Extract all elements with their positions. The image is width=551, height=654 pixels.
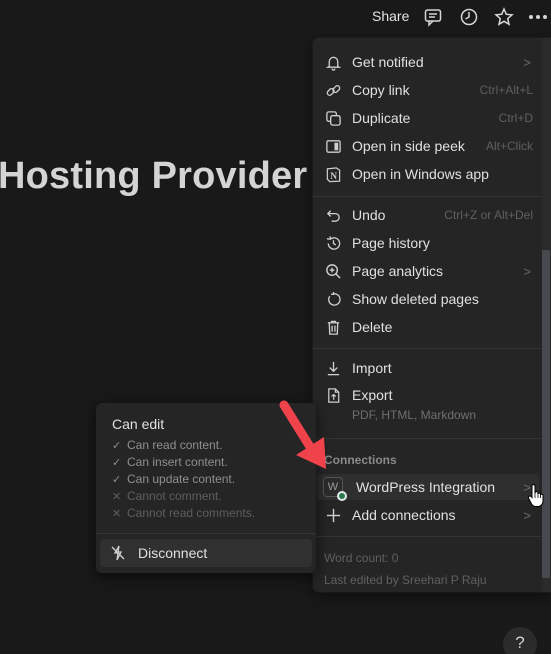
check-icon: ✓ xyxy=(112,473,122,486)
menu-divider xyxy=(313,196,542,197)
duplicate-icon xyxy=(323,108,343,128)
last-edited: Last edited by Sreehari P Raju xyxy=(324,573,487,587)
cross-icon: ✕ xyxy=(112,490,122,503)
bell-icon xyxy=(323,52,343,72)
clock-icon[interactable] xyxy=(459,7,479,27)
menu-divider xyxy=(313,348,542,349)
permission-text: Can update content. xyxy=(127,472,236,486)
menu-item-label: Undo xyxy=(352,207,386,223)
connection-label: WordPress Integration xyxy=(356,479,496,495)
menu-item-page-analytics[interactable]: Page analytics > xyxy=(317,258,539,284)
menu-item-get-notified[interactable]: Get notified > xyxy=(317,49,539,75)
menu-item-label: Page analytics xyxy=(352,263,444,279)
top-bar: Share xyxy=(0,0,551,34)
shortcut-hint: Alt+Click xyxy=(485,139,533,153)
notion-app-icon: N xyxy=(323,164,343,184)
connections-header: Connections xyxy=(324,453,397,467)
check-icon: ✓ xyxy=(112,439,122,452)
history-icon xyxy=(323,233,343,253)
menu-item-label: Export xyxy=(352,387,393,403)
menu-item-delete[interactable]: Delete xyxy=(317,314,539,340)
hand-cursor-icon xyxy=(527,484,544,507)
permission-item: ✕ Cannot comment. xyxy=(112,489,222,503)
side-peek-icon xyxy=(323,136,343,156)
shortcut-hint: Ctrl+Alt+L xyxy=(479,83,533,97)
menu-divider xyxy=(313,536,542,537)
permission-item: ✓ Can insert content. xyxy=(112,455,228,469)
plus-icon xyxy=(323,505,343,525)
connection-permissions-submenu: Can edit ✓ Can read content. ✓ Can inser… xyxy=(96,403,316,573)
connection-wordpress-integration[interactable]: W WordPress Integration > xyxy=(317,474,539,501)
undo-icon xyxy=(323,205,343,225)
menu-item-import[interactable]: Import xyxy=(317,355,539,381)
permission-item: ✓ Can read content. xyxy=(112,438,222,452)
connection-icon-wrapper: W xyxy=(323,477,347,501)
disconnect-label: Disconnect xyxy=(138,545,208,561)
permission-item: ✕ Cannot read comments. xyxy=(112,506,255,520)
export-icon xyxy=(323,385,343,405)
help-button[interactable]: ? xyxy=(503,627,537,654)
shortcut-hint: Ctrl+Z or Alt+Del xyxy=(444,208,533,222)
link-icon xyxy=(323,80,343,100)
permission-text: Cannot read comments. xyxy=(127,506,256,520)
menu-item-label: Duplicate xyxy=(352,110,411,126)
import-icon xyxy=(323,358,343,378)
menu-scrollbar-thumb[interactable] xyxy=(542,250,550,578)
connected-status-dot xyxy=(337,491,347,501)
wordpress-icon: W xyxy=(323,477,347,501)
cross-icon: ✕ xyxy=(112,507,122,520)
connection-label: Add connections xyxy=(352,507,456,523)
svg-text:N: N xyxy=(330,172,337,182)
disconnect-button[interactable]: Disconnect xyxy=(100,539,312,567)
permission-text: Can read content. xyxy=(127,438,223,452)
shortcut-hint: Ctrl+D xyxy=(498,111,533,125)
menu-item-undo[interactable]: Undo Ctrl+Z or Alt+Del xyxy=(317,202,539,228)
menu-item-export[interactable]: Export xyxy=(317,382,539,408)
menu-item-copy-link[interactable]: Copy link Ctrl+Alt+L xyxy=(317,77,539,103)
menu-item-page-history[interactable]: Page history xyxy=(317,230,539,256)
page-title[interactable]: Hosting Provider xyxy=(0,155,307,198)
menu-item-show-deleted-pages[interactable]: Show deleted pages xyxy=(317,286,539,312)
menu-item-add-connections[interactable]: Add connections > xyxy=(317,502,539,528)
menu-item-label: Import xyxy=(352,360,392,376)
menu-item-duplicate[interactable]: Duplicate Ctrl+D xyxy=(317,105,539,131)
menu-item-label: Get notified xyxy=(352,54,424,70)
submenu-divider xyxy=(96,533,316,534)
chevron-right-icon: > xyxy=(523,263,531,279)
menu-item-label: Open in side peek xyxy=(352,138,465,154)
menu-item-open-side-peek[interactable]: Open in side peek Alt+Click xyxy=(317,133,539,159)
permission-item: ✓ Can update content. xyxy=(112,472,235,486)
more-icon[interactable] xyxy=(528,7,548,27)
menu-item-label: Delete xyxy=(352,319,393,335)
menu-item-label: Open in Windows app xyxy=(352,166,489,182)
star-icon[interactable] xyxy=(494,7,514,27)
menu-item-label: Page history xyxy=(352,235,430,251)
menu-item-label: Show deleted pages xyxy=(352,291,479,307)
comment-icon[interactable] xyxy=(423,7,443,27)
analytics-icon xyxy=(323,261,343,281)
menu-divider xyxy=(313,438,542,439)
chevron-right-icon: > xyxy=(523,507,531,523)
export-formats-hint: PDF, HTML, Markdown xyxy=(352,408,477,422)
menu-item-label: Copy link xyxy=(352,82,410,98)
check-icon: ✓ xyxy=(112,456,122,469)
chevron-right-icon: > xyxy=(523,54,531,70)
share-button[interactable]: Share xyxy=(372,8,409,24)
menu-item-open-windows-app[interactable]: N Open in Windows app xyxy=(317,161,539,187)
page-options-menu: Get notified > Copy link Ctrl+Alt+L Dupl… xyxy=(313,38,551,592)
word-count: Word count: 0 xyxy=(324,551,399,565)
wordpress-icon-letter: W xyxy=(327,481,339,493)
permission-text: Cannot comment. xyxy=(127,489,222,503)
disconnect-icon xyxy=(110,545,126,561)
permission-level-title: Can edit xyxy=(112,416,165,432)
restore-icon xyxy=(323,289,343,309)
permission-text: Can insert content. xyxy=(127,455,228,469)
trash-icon xyxy=(323,317,343,337)
